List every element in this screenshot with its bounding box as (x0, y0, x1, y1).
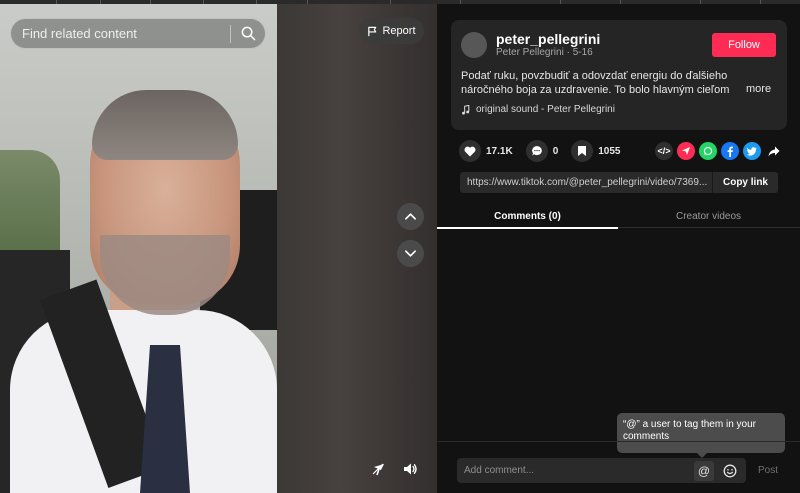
search-icon (241, 26, 255, 41)
emoji-button[interactable] (720, 461, 740, 481)
facebook-icon[interactable] (721, 142, 739, 160)
comment-bar: @ Post (437, 441, 800, 493)
floating-player-button[interactable] (370, 460, 388, 478)
author-meta: Peter Pellegrini · 5-16 (496, 47, 593, 58)
next-video-button[interactable] (397, 240, 424, 267)
heart-icon (464, 146, 476, 156)
follow-button[interactable]: Follow (712, 33, 776, 57)
comment-count: 0 (552, 145, 559, 157)
meta-separator: · (563, 47, 573, 58)
search-button[interactable] (231, 19, 265, 48)
details-panel: peter_pellegrini Peter Pellegrini · 5-16… (437, 0, 800, 493)
post-date: 5-16 (572, 47, 593, 58)
save-count: 1055 (598, 145, 621, 157)
float-icon (372, 463, 384, 476)
username[interactable]: peter_pellegrini (496, 31, 600, 47)
mention-button[interactable]: @ (694, 460, 714, 481)
chevron-down-icon (405, 250, 416, 257)
bookmark-icon (578, 146, 587, 156)
share-arrow-icon[interactable] (765, 142, 783, 160)
comment-circle (525, 140, 548, 162)
share-arrow-glyph (768, 146, 780, 156)
report-button[interactable]: Report (359, 18, 424, 44)
tab-comments[interactable]: Comments (0) (437, 204, 618, 229)
post-description: Podať ruku, povzbudiť a odovzdať energiu… (461, 70, 730, 96)
save-circle (571, 140, 594, 162)
post-info-card: peter_pellegrini Peter Pellegrini · 5-16… (451, 20, 787, 130)
facebook-glyph (727, 146, 733, 157)
twitter-icon[interactable] (743, 142, 761, 160)
copy-link-button[interactable]: Copy link (712, 172, 778, 193)
avatar[interactable] (461, 32, 487, 58)
comment-icon (531, 146, 542, 156)
whatsapp-icon[interactable] (699, 142, 717, 160)
tab-creator-videos[interactable]: Creator videos (618, 204, 799, 228)
send-glyph (682, 147, 690, 155)
volume-button[interactable] (401, 460, 419, 478)
like-count: 17.1K (486, 145, 513, 157)
chevron-up-icon (405, 213, 416, 220)
previous-video-button[interactable] (397, 203, 424, 230)
comment-input[interactable] (457, 458, 694, 483)
browser-tab-strip (0, 0, 800, 4)
volume-icon (404, 463, 417, 475)
whatsapp-glyph (703, 146, 713, 156)
panel-tabs: Comments (0) Creator videos (437, 204, 800, 229)
report-label: Report (382, 25, 416, 37)
like-circle (459, 140, 481, 162)
comment-button[interactable]: 0 (525, 140, 559, 162)
like-button[interactable]: 17.1K (459, 140, 513, 162)
sound-link[interactable]: original sound - Peter Pellegrini (461, 104, 615, 115)
video-link[interactable]: https://www.tiktok.com/@peter_pellegrini… (460, 177, 712, 188)
comment-box: @ (457, 458, 746, 483)
send-icon[interactable] (677, 142, 695, 160)
action-bar: 17.1K 0 1055 (459, 140, 634, 162)
sound-label: original sound - Peter Pellegrini (476, 104, 615, 115)
more-button[interactable]: more (746, 83, 771, 95)
search-input[interactable] (11, 19, 230, 48)
flag-icon (368, 26, 377, 36)
save-button[interactable]: 1055 (571, 140, 621, 162)
display-name: Peter Pellegrini (496, 47, 564, 58)
share-link-row: https://www.tiktok.com/@peter_pellegrini… (460, 172, 778, 193)
post-button[interactable]: Post (758, 465, 778, 476)
emoji-icon (723, 464, 737, 477)
person-hair (92, 90, 238, 160)
related-search-box[interactable] (10, 18, 266, 49)
video-player[interactable]: Report (0, 0, 437, 493)
twitter-glyph (747, 146, 757, 156)
video-frame[interactable] (0, 0, 277, 493)
embed-icon[interactable]: </> (655, 142, 673, 160)
share-icons: </> (655, 142, 783, 160)
music-note-icon (462, 104, 470, 115)
